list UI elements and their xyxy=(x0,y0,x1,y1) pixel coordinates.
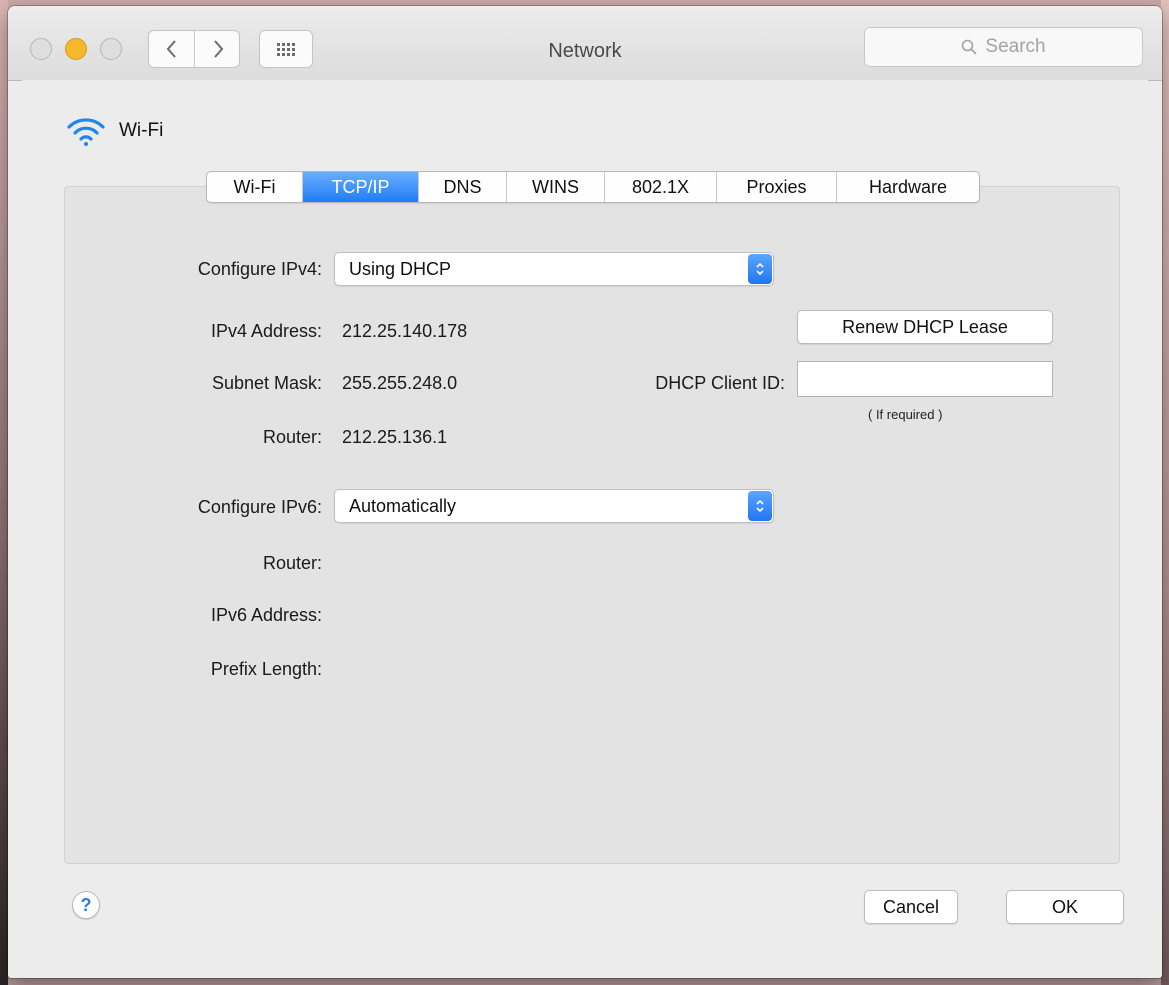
desktop-edge-right xyxy=(1161,0,1169,985)
dhcp-client-id-label: DHCP Client ID: xyxy=(655,373,785,393)
prefix-length-label: Prefix Length: xyxy=(210,659,322,679)
ok-button[interactable]: OK xyxy=(1006,890,1124,924)
popup-arrows-icon xyxy=(748,254,772,284)
settings-panel: Configure IPv4: Using DHCP IPv4 Address:… xyxy=(64,186,1120,864)
tab-wins[interactable]: WINS xyxy=(507,172,605,202)
network-preferences-window: Network Search Wi-Fi Configure IPv4: Usi… xyxy=(8,6,1162,978)
help-button[interactable]: ? xyxy=(72,891,100,919)
ipv4-address-label: IPv4 Address: xyxy=(210,321,322,341)
ipv4-router-value: 212.25.136.1 xyxy=(342,427,448,447)
wifi-icon xyxy=(67,118,105,146)
dhcp-client-id-input[interactable] xyxy=(797,361,1053,397)
tab-hardware[interactable]: Hardware xyxy=(837,172,979,202)
dhcp-client-id-hint: ( If required ) xyxy=(868,407,943,422)
search-icon xyxy=(962,39,977,55)
configure-ipv4-popup[interactable]: Using DHCP xyxy=(334,252,774,286)
desktop-edge-left xyxy=(0,0,8,985)
help-icon: ? xyxy=(80,894,92,915)
ipv6-router-label: Router: xyxy=(262,553,322,573)
cancel-button[interactable]: Cancel xyxy=(864,890,958,924)
search-field[interactable]: Search xyxy=(864,27,1143,67)
tab-tcp-ip[interactable]: TCP/IP xyxy=(303,172,419,202)
service-name: Wi-Fi xyxy=(119,120,164,141)
service-header: Wi-Fi xyxy=(67,116,163,146)
subnet-mask-label: Subnet Mask: xyxy=(211,373,322,393)
configure-ipv6-label: Configure IPv6: xyxy=(197,497,322,517)
popup-arrows-icon xyxy=(748,491,772,521)
configure-ipv4-label: Configure IPv4: xyxy=(197,259,322,279)
tab-802-1x[interactable]: 802.1X xyxy=(605,172,717,202)
tab-bar: Wi-Fi TCP/IP DNS WINS 802.1X Proxies Har… xyxy=(206,171,980,203)
configure-ipv6-popup[interactable]: Automatically xyxy=(334,489,774,523)
ipv4-router-label: Router: xyxy=(262,427,322,447)
subnet-mask-value: 255.255.248.0 xyxy=(342,373,458,393)
title-bar: Network Search xyxy=(8,6,1162,81)
ipv6-address-label: IPv6 Address: xyxy=(210,605,322,625)
configure-ipv4-value: Using DHCP xyxy=(349,259,452,279)
tab-wifi[interactable]: Wi-Fi xyxy=(207,172,303,202)
sheet-content: Wi-Fi Configure IPv4: Using DHCP IPv4 Ad… xyxy=(22,80,1148,960)
search-placeholder: Search xyxy=(985,36,1046,57)
renew-dhcp-lease-button[interactable]: Renew DHCP Lease xyxy=(797,310,1053,344)
configure-ipv6-value: Automatically xyxy=(349,496,457,516)
ipv4-address-value: 212.25.140.178 xyxy=(342,321,468,341)
tab-proxies[interactable]: Proxies xyxy=(717,172,837,202)
tab-dns[interactable]: DNS xyxy=(419,172,507,202)
